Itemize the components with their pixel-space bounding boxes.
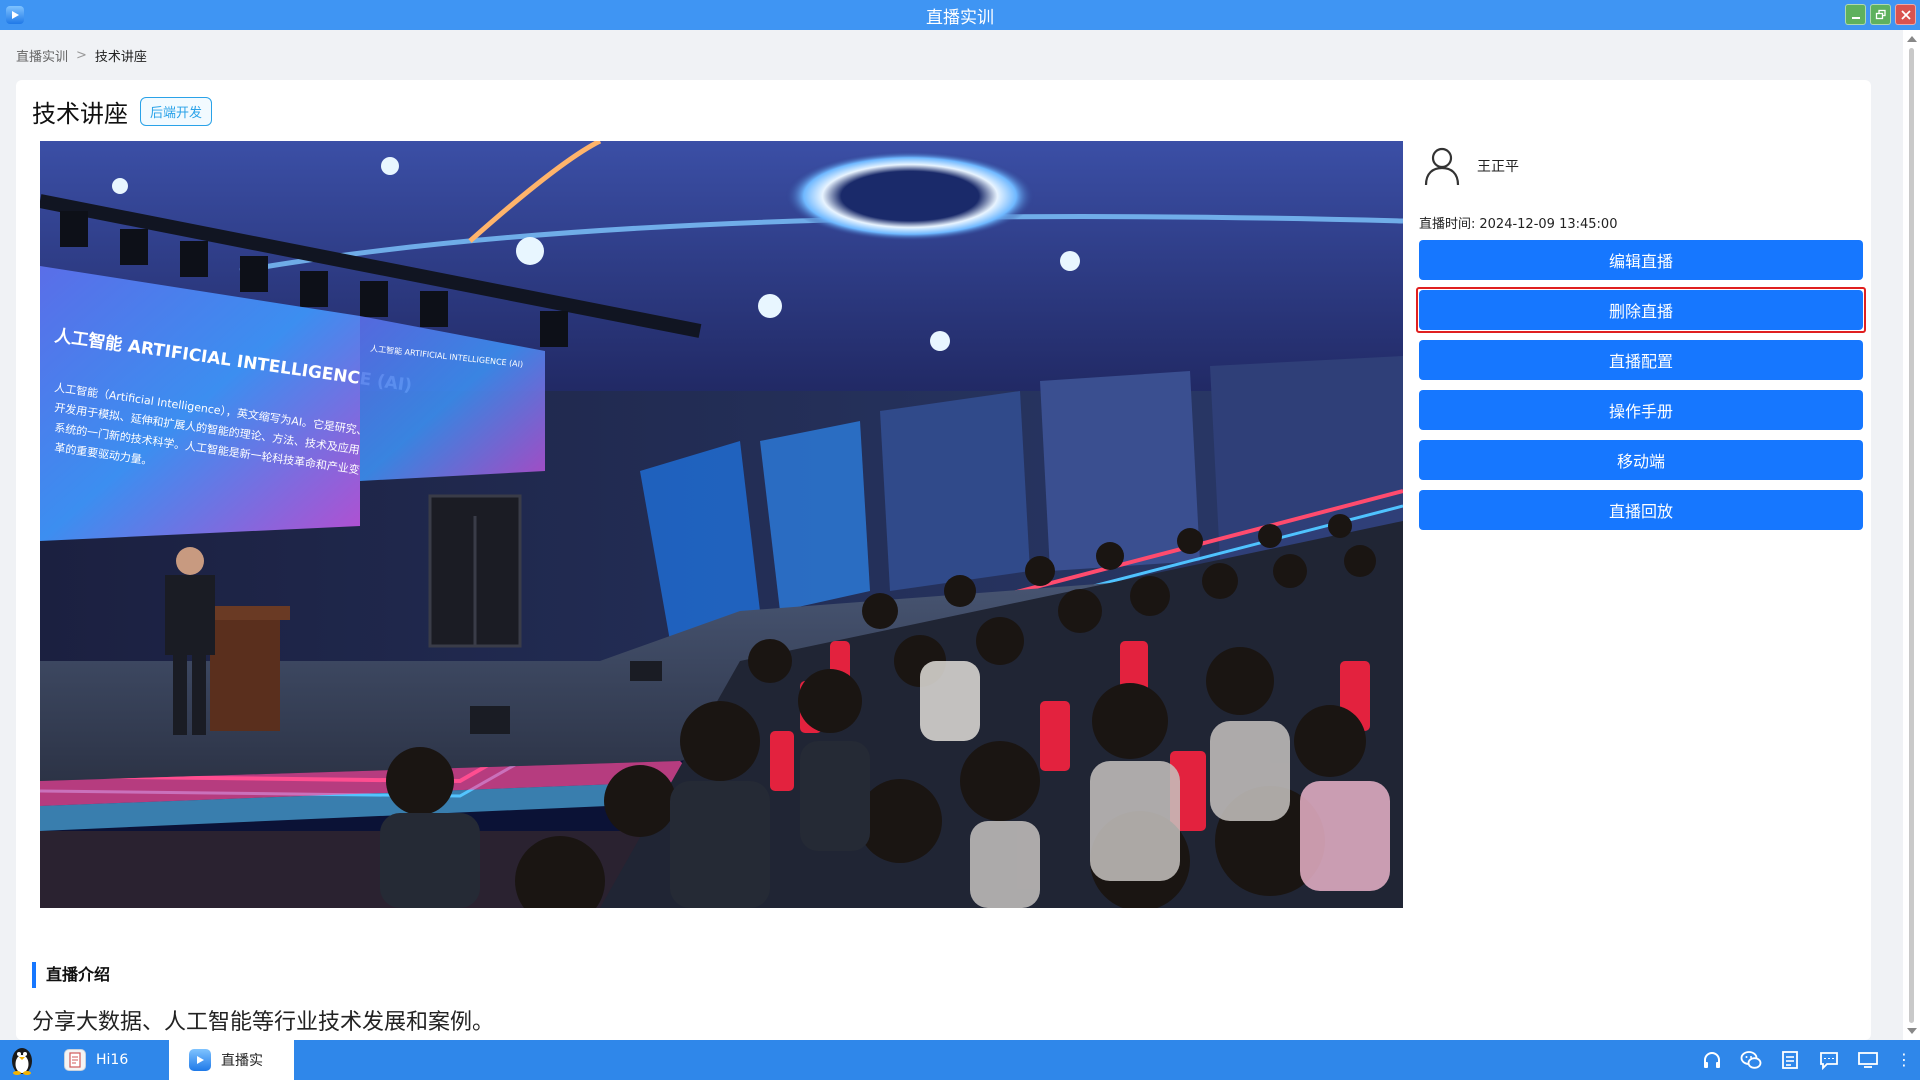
more-icon[interactable]: ⋮ xyxy=(1896,1052,1912,1068)
taskbar-item-hi16-label: Hi16 xyxy=(96,1052,129,1068)
close-icon xyxy=(1900,9,1911,20)
taskbar: Hi16 直播实 ⋮ xyxy=(0,1040,1920,1080)
host-row: 王正平 xyxy=(1419,141,1863,191)
monitor-icon[interactable] xyxy=(1857,1049,1879,1071)
user-avatar-icon xyxy=(1423,145,1461,187)
live-info-panel: 王正平 直播时间: 2024-12-09 13:45:00 编辑直播 删除直播 直… xyxy=(1416,141,1866,540)
scrollbar-thumb[interactable] xyxy=(1909,48,1914,1023)
system-tray: ⋮ xyxy=(1701,1040,1912,1080)
headset-icon[interactable] xyxy=(1701,1049,1723,1071)
replay-button[interactable]: 直播回放 xyxy=(1419,490,1863,530)
window-title: 直播实训 xyxy=(926,7,994,28)
window-controls xyxy=(1845,4,1916,25)
page-title: 技术讲座 xyxy=(32,100,128,128)
breadcrumb-root-link[interactable]: 直播实训 xyxy=(16,46,68,65)
live-time: 直播时间: 2024-12-09 13:45:00 xyxy=(1419,213,1863,232)
taskbar-item-live[interactable]: 直播实 xyxy=(169,1040,294,1080)
live-time-value: 2024-12-09 13:45:00 xyxy=(1479,217,1618,232)
window-titlebar: 直播实训 xyxy=(0,0,1920,30)
live-play-icon xyxy=(189,1049,211,1071)
page-title-row: 技术讲座 后端开发 xyxy=(32,94,213,129)
action-buttons: 编辑直播 删除直播 直播配置 操作手册 移动端 直播回放 xyxy=(1416,240,1866,530)
restore-icon xyxy=(1875,9,1886,19)
mobile-button[interactable]: 移动端 xyxy=(1419,440,1863,480)
taskbar-item-live-label: 直播实 xyxy=(221,1053,263,1069)
live-play-icon xyxy=(6,6,24,24)
manual-button[interactable]: 操作手册 xyxy=(1419,390,1863,430)
breadcrumb: 直播实训 > 技术讲座 xyxy=(16,46,147,65)
live-config-button[interactable]: 直播配置 xyxy=(1419,340,1863,380)
start-button[interactable] xyxy=(0,1040,44,1080)
edit-live-button[interactable]: 编辑直播 xyxy=(1419,240,1863,280)
close-button[interactable] xyxy=(1895,4,1916,25)
live-time-label: 直播时间: xyxy=(1419,217,1476,232)
minimize-button[interactable] xyxy=(1845,4,1866,25)
notes-icon[interactable] xyxy=(1779,1049,1801,1071)
live-detail-card: 技术讲座 后端开发 人工智能 ARTIFICIAL INTELLIGENCE (… xyxy=(16,80,1871,1040)
scroll-up-arrow-icon[interactable] xyxy=(1907,36,1917,42)
host-name: 王正平 xyxy=(1477,159,1519,175)
intro-text: 分享大数据、人工智能等行业技术发展和案例。 xyxy=(32,1010,495,1035)
scroll-down-arrow-icon[interactable] xyxy=(1907,1028,1917,1034)
taskbar-item-hi16[interactable]: Hi16 xyxy=(44,1040,169,1080)
maximize-button[interactable] xyxy=(1870,4,1891,25)
main-content: 直播实训 > 技术讲座 技术讲座 后端开发 人工智能 ARTIFICIAL IN… xyxy=(0,30,1900,1040)
chat-icon[interactable] xyxy=(1818,1049,1840,1071)
document-icon xyxy=(64,1049,86,1071)
breadcrumb-separator: > xyxy=(76,48,87,63)
wechat-icon[interactable] xyxy=(1740,1049,1762,1071)
penguin-logo-icon xyxy=(12,1048,32,1075)
category-tag: 后端开发 xyxy=(140,97,213,126)
minimize-icon xyxy=(1851,16,1860,19)
breadcrumb-current: 技术讲座 xyxy=(94,50,147,65)
vertical-scrollbar[interactable] xyxy=(1903,30,1920,1040)
intro-section-title: 直播介绍 xyxy=(32,962,110,988)
delete-live-button[interactable]: 删除直播 xyxy=(1416,287,1866,333)
lecture-hall-illustration: 人工智能 ARTIFICIAL INTELLIGENCE (AI) 人工智能（A… xyxy=(40,141,1403,908)
live-cover-image: 人工智能 ARTIFICIAL INTELLIGENCE (AI) 人工智能（A… xyxy=(40,141,1403,908)
